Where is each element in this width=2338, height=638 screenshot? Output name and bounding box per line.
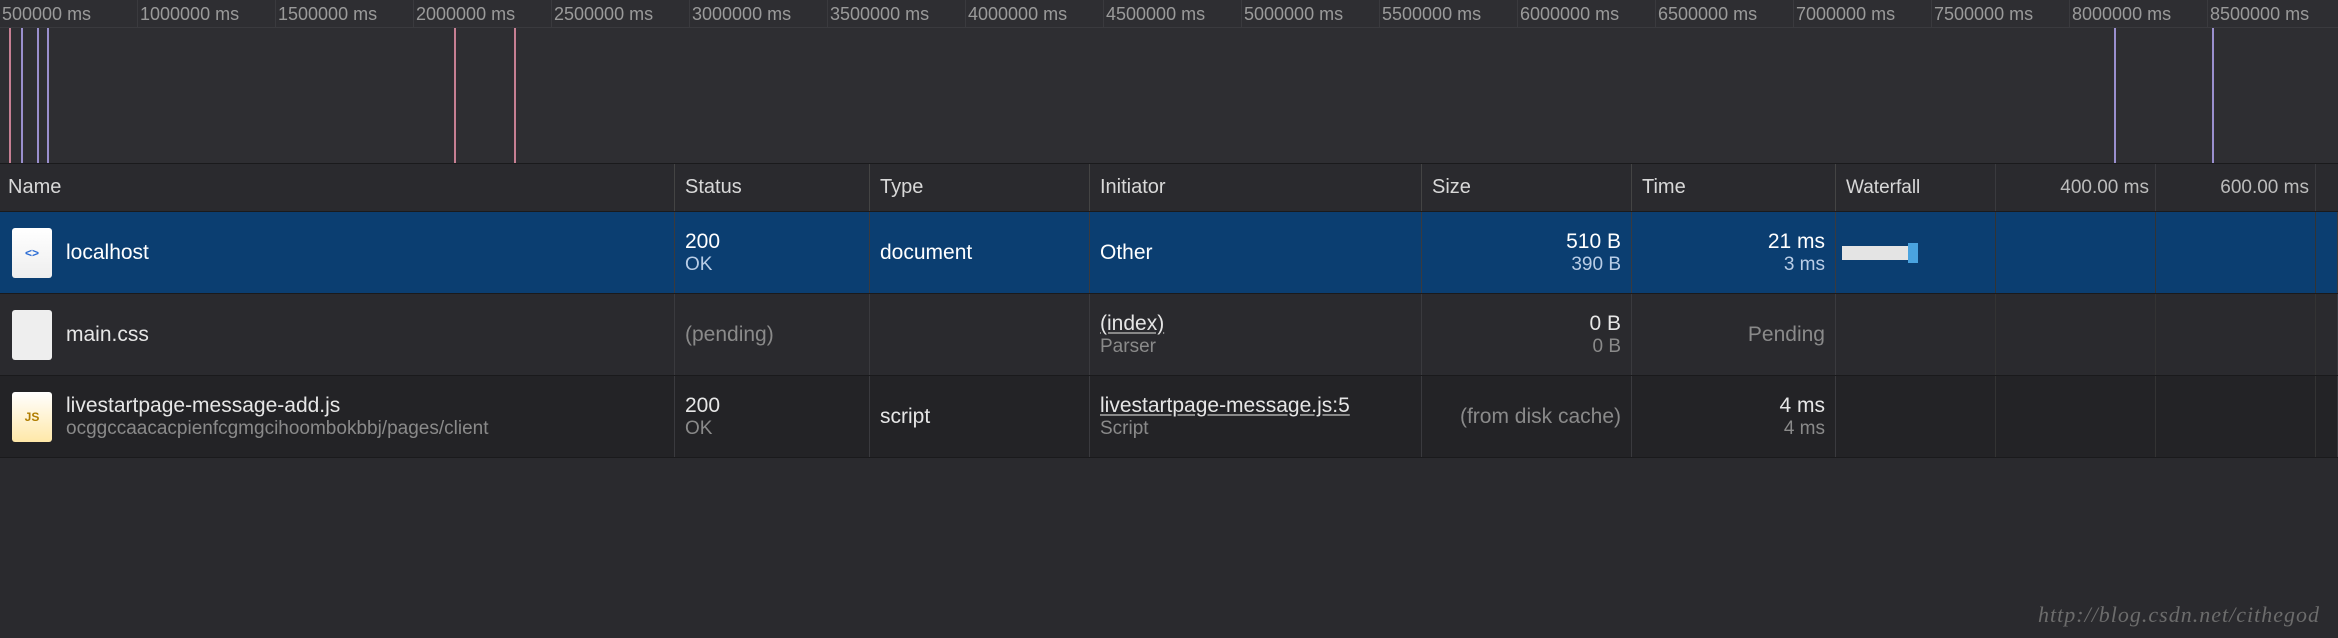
overview-tick: 1000000 ms (138, 0, 276, 27)
status-text: OK (685, 254, 712, 276)
file-icon: <> (12, 228, 52, 278)
column-header-type[interactable]: Type (870, 164, 1090, 211)
size-resource: 390 B (1571, 254, 1621, 276)
overview-tick: 8500000 ms (2208, 0, 2338, 27)
overview-tick: 3000000 ms (690, 0, 828, 27)
overview-mark (2114, 28, 2116, 163)
overview-mark (454, 28, 456, 163)
request-name: main.css (66, 323, 149, 347)
overview-mark (37, 28, 39, 163)
time-total: 4 ms (1779, 394, 1825, 418)
column-header-time[interactable]: Time (1632, 164, 1836, 211)
waterfall-cell (1836, 376, 2338, 457)
overview-mark (47, 28, 49, 163)
size-transferred: 510 B (1566, 230, 1621, 254)
overview-tick: 6000000 ms (1518, 0, 1656, 27)
overview-tick: 4000000 ms (966, 0, 1104, 27)
waterfall-cell (1836, 294, 2338, 375)
column-header-size[interactable]: Size (1422, 164, 1632, 211)
waterfall-label: Waterfall (1836, 164, 1996, 211)
table-row[interactable]: main.css (pending) (index)Parser 0 B0 B Pend… (0, 294, 2338, 376)
initiator-type: Parser (1100, 336, 1156, 358)
overview-mark (9, 28, 11, 163)
resource-type: script (880, 405, 930, 429)
request-name: livestartpage-message-add.js (66, 394, 488, 418)
overview-tick: 7500000 ms (1932, 0, 2070, 27)
timeline-overview[interactable]: 500000 ms 1000000 ms 1500000 ms 2000000 … (0, 0, 2338, 164)
overview-mark (2212, 28, 2214, 163)
overview-mark (21, 28, 23, 163)
waterfall-tick: 400.00 ms (1996, 164, 2156, 211)
overview-tick: 500000 ms (0, 0, 138, 27)
initiator-link[interactable]: livestartpage-message.js:5 (1100, 394, 1350, 418)
column-header-initiator[interactable]: Initiator (1090, 164, 1422, 211)
overview-tick: 4500000 ms (1104, 0, 1242, 27)
file-icon (12, 310, 52, 360)
overview-ticks: 500000 ms 1000000 ms 1500000 ms 2000000 … (0, 0, 2338, 28)
size-resource: 0 B (1592, 336, 1621, 358)
waterfall-tick: 600.00 ms (2156, 164, 2316, 211)
initiator-link: Other (1100, 241, 1153, 265)
status-text: OK (685, 418, 712, 440)
status-code: 200 (685, 230, 720, 254)
overview-tick: 1500000 ms (276, 0, 414, 27)
time-total: 21 ms (1768, 230, 1825, 254)
waterfall-tick: 80 (2316, 164, 2338, 211)
file-icon: JS (12, 392, 52, 442)
time-latency: 3 ms (1784, 254, 1825, 276)
status-code: 200 (685, 394, 720, 418)
network-table-body: <>localhost200OKdocumentOther510 B390 B2… (0, 212, 2338, 458)
overview-tick: 8000000 ms (2070, 0, 2208, 27)
waterfall-bar[interactable] (1842, 246, 1908, 260)
table-row[interactable]: JS livestartpage-message-add.jsocggccaaca… (0, 376, 2338, 458)
table-row[interactable]: <> localhost 200OK document Other 510 B390 B 2… (0, 212, 2338, 294)
column-header-name[interactable]: Name (0, 164, 675, 211)
waterfall-cell (1836, 212, 2338, 293)
size-transferred: (from disk cache) (1460, 405, 1621, 429)
initiator-type: Script (1100, 418, 1149, 440)
initiator-link[interactable]: (index) (1100, 312, 1164, 336)
overview-tick: 2500000 ms (552, 0, 690, 27)
watermark-text: http://blog.csdn.net/cithegod (2038, 602, 2320, 628)
column-header-waterfall[interactable]: Waterfall 400.00 ms 600.00 ms 80 (1836, 164, 2338, 211)
overview-tick: 5000000 ms (1242, 0, 1380, 27)
overview-marks (0, 28, 2338, 163)
request-path: ocggccaacacpienfcgmgcihoombokbbj/pages/c… (66, 418, 488, 440)
time-total: Pending (1748, 323, 1825, 347)
network-table-header: Name Status Type Initiator Size Time Wat… (0, 164, 2338, 212)
overview-tick: 6500000 ms (1656, 0, 1794, 27)
overview-tick: 7000000 ms (1794, 0, 1932, 27)
overview-tick: 3500000 ms (828, 0, 966, 27)
request-name: localhost (66, 241, 149, 265)
overview-tick: 2000000 ms (414, 0, 552, 27)
time-latency: 4 ms (1784, 418, 1825, 440)
overview-mark (514, 28, 516, 163)
overview-tick: 5500000 ms (1380, 0, 1518, 27)
resource-type: document (880, 241, 972, 265)
column-header-status[interactable]: Status (675, 164, 870, 211)
empty-area: http://blog.csdn.net/cithegod (0, 458, 2338, 638)
status-code: (pending) (685, 323, 774, 347)
size-transferred: 0 B (1589, 312, 1621, 336)
